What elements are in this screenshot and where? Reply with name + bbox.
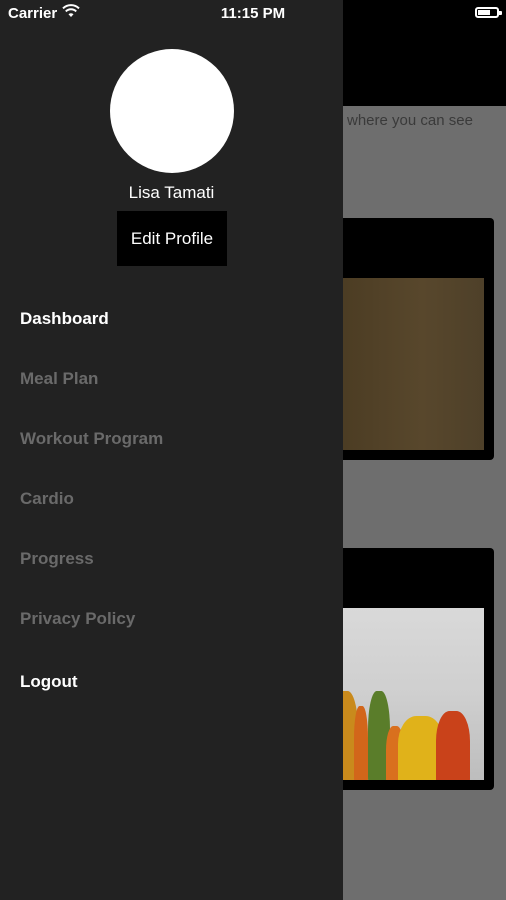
status-bar: Carrier 11:15 PM [0, 0, 506, 28]
menu-item-privacy-policy[interactable]: Privacy Policy [20, 609, 135, 629]
menu-item-dashboard[interactable]: Dashboard [20, 309, 109, 329]
avatar[interactable] [110, 49, 234, 173]
card-image [330, 278, 484, 450]
vegetables-image [330, 608, 484, 780]
battery-icon [475, 7, 502, 18]
edit-profile-button[interactable]: Edit Profile [117, 211, 227, 266]
menu-item-workout-program[interactable]: Workout Program [20, 429, 163, 449]
side-drawer: Lisa Tamati Edit Profile Dashboard Meal … [0, 0, 343, 900]
background-intro-text: where you can see [347, 112, 473, 129]
menu-item-progress[interactable]: Progress [20, 549, 94, 569]
menu-item-meal-plan[interactable]: Meal Plan [20, 369, 98, 389]
menu-item-cardio[interactable]: Cardio [20, 489, 74, 509]
menu-item-logout[interactable]: Logout [20, 672, 78, 692]
clock-time: 11:15 PM [220, 5, 286, 22]
user-name: Lisa Tamati [128, 183, 215, 202]
